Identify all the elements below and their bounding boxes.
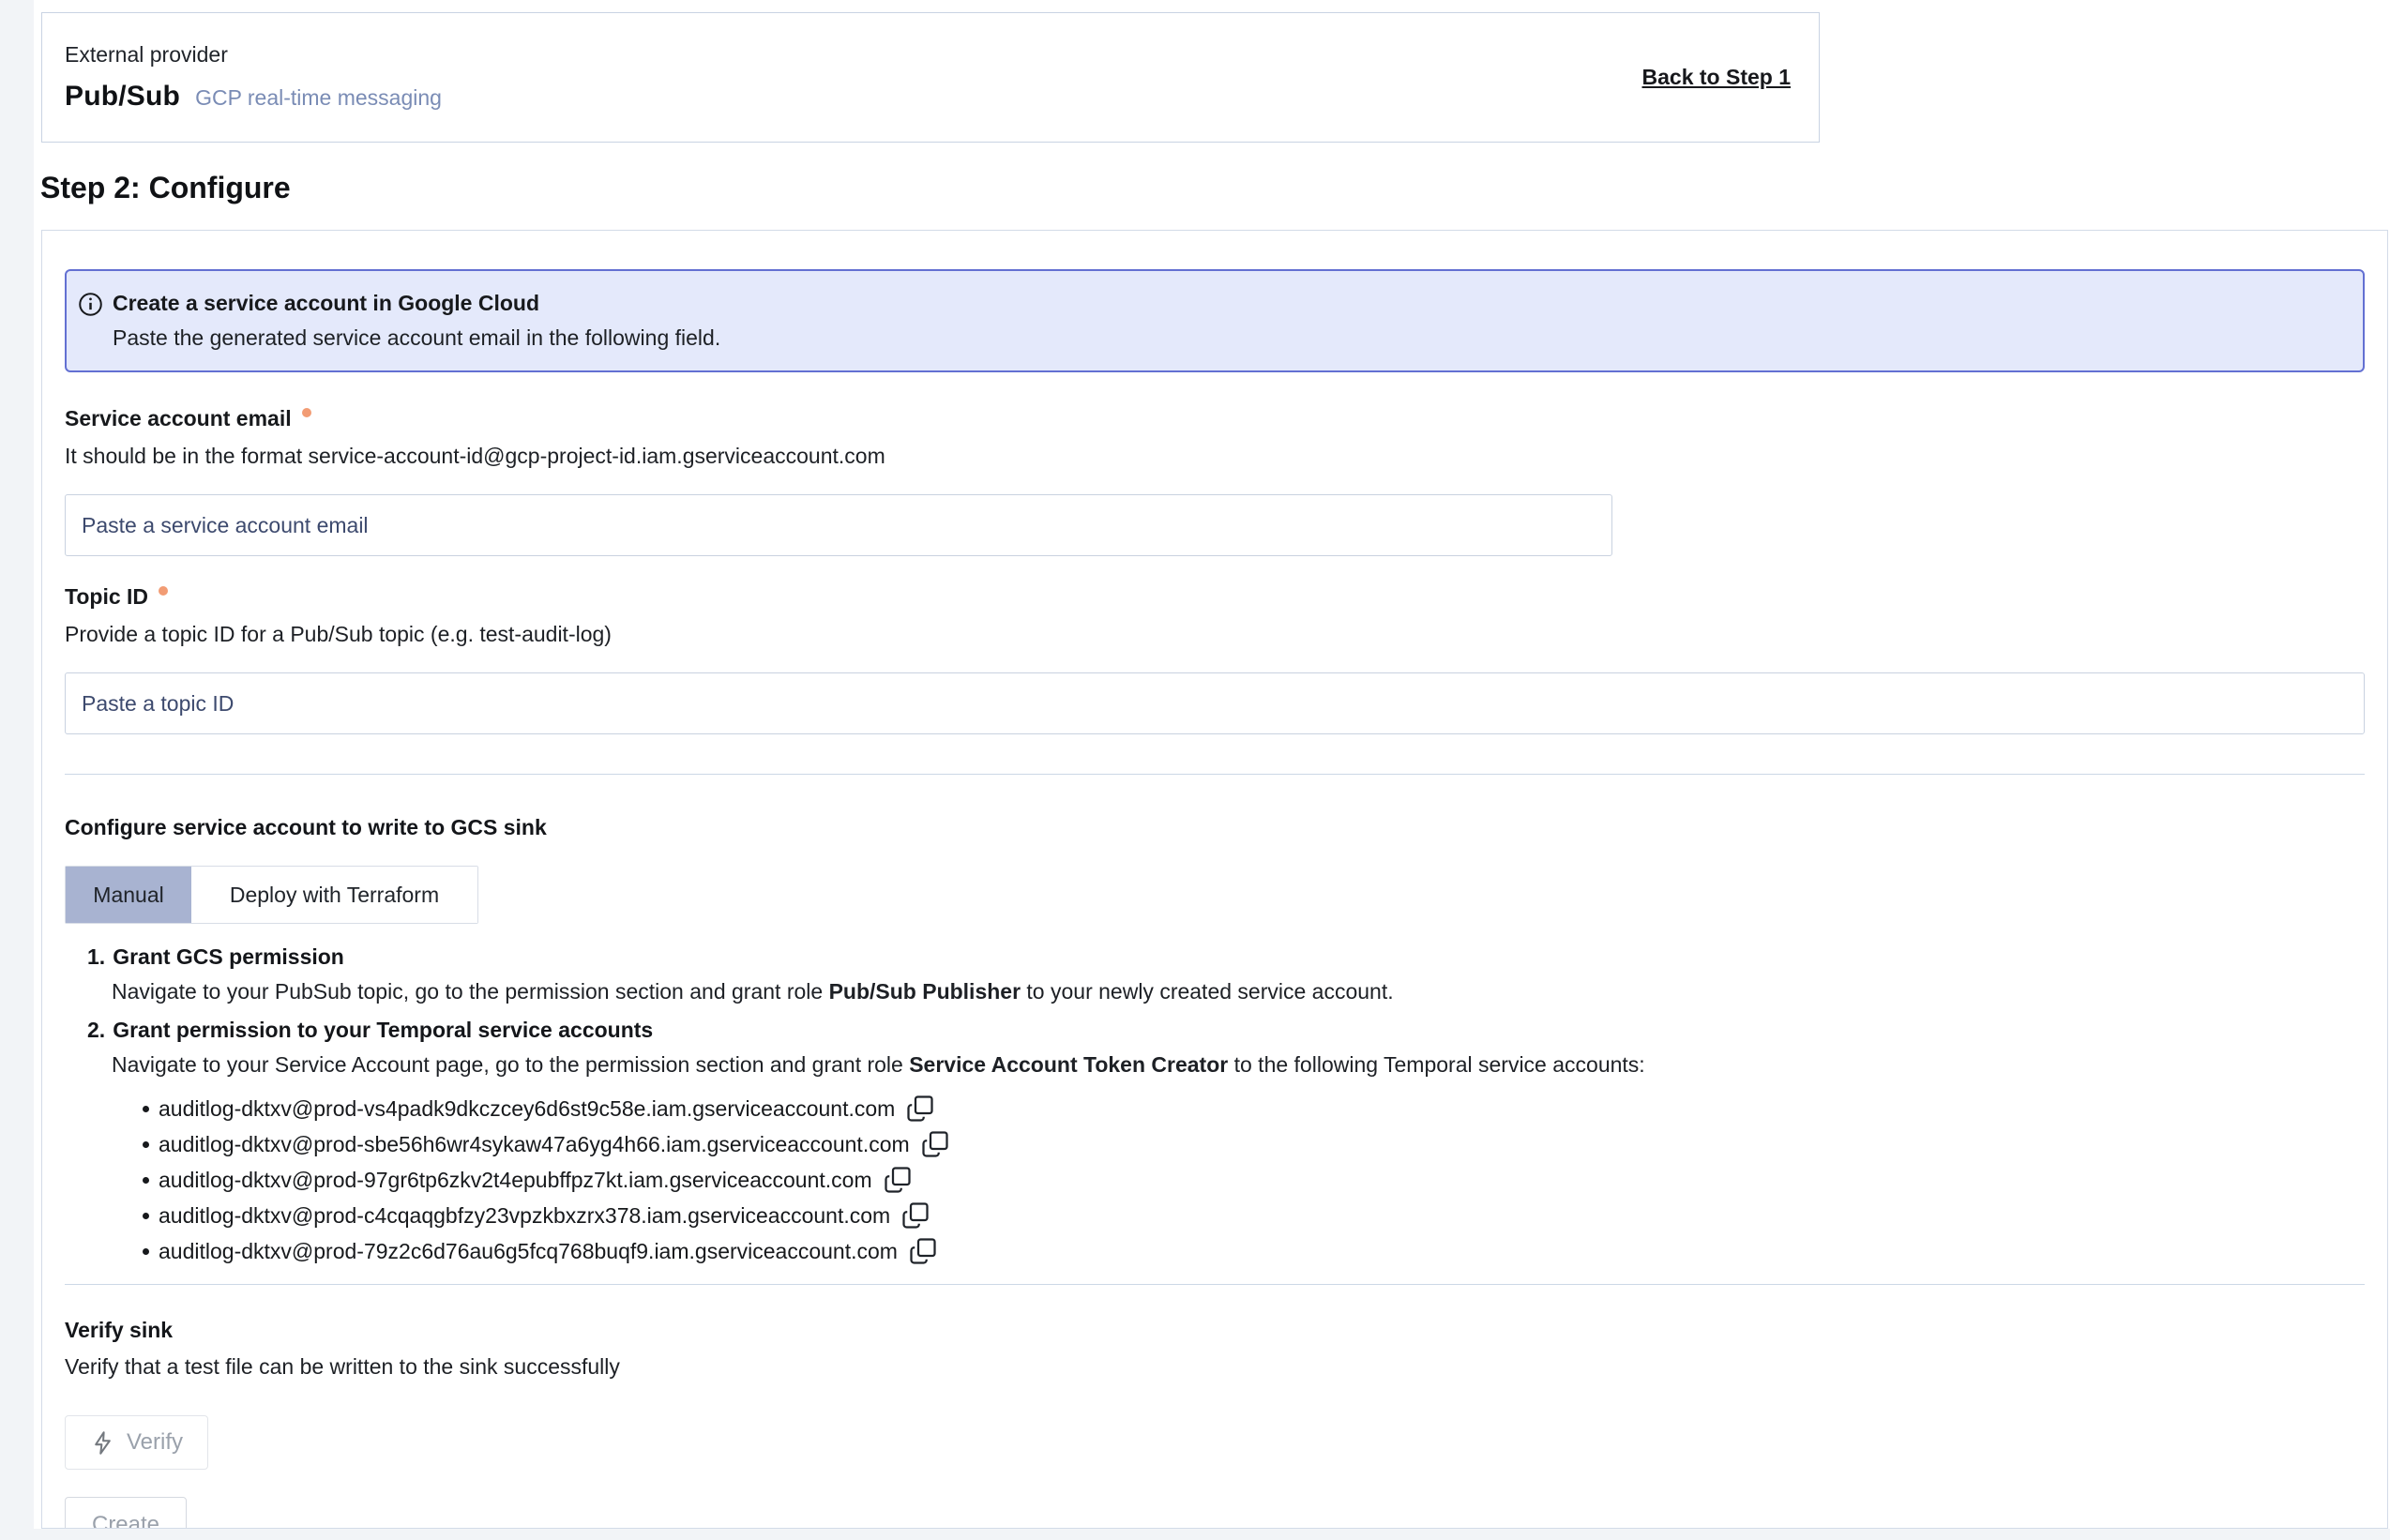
provider-description: GCP real-time messaging bbox=[195, 85, 442, 111]
step-1-role-name: Pub/Sub Publisher bbox=[829, 979, 1021, 1004]
section-divider bbox=[65, 774, 2365, 775]
info-banner-text: Create a service account in Google Cloud… bbox=[113, 291, 720, 351]
create-button-label: Create bbox=[92, 1512, 159, 1529]
service-account-email-helper: It should be in the format service-accou… bbox=[65, 444, 2365, 469]
step-1-body-suffix: to your newly created service account. bbox=[1021, 979, 1394, 1004]
service-account-item: auditlog-dktxv@prod-79z2c6d76au6g5fcq768… bbox=[159, 1233, 2365, 1269]
instruction-step-2: 2. Grant permission to your Temporal serv… bbox=[87, 1018, 2365, 1078]
service-account-email: auditlog-dktxv@prod-c4cqaqgbfzy23vpzkbxz… bbox=[159, 1198, 890, 1233]
service-account-email: auditlog-dktxv@prod-vs4padk9dkczcey6d6st… bbox=[159, 1091, 895, 1126]
step-1-body-prefix: Navigate to your PubSub topic, go to the… bbox=[112, 979, 829, 1004]
service-account-item: auditlog-dktxv@prod-c4cqaqgbfzy23vpzkbxz… bbox=[159, 1198, 2365, 1233]
step-2-body: Navigate to your Service Account page, g… bbox=[112, 1052, 2365, 1078]
verify-button[interactable]: Verify bbox=[65, 1415, 208, 1470]
provider-name: Pub/Sub bbox=[65, 81, 180, 113]
copy-icon[interactable] bbox=[906, 1095, 934, 1123]
bullet-icon bbox=[143, 1213, 149, 1219]
verify-sink-helper: Verify that a test file can be written t… bbox=[65, 1354, 2365, 1380]
tab-manual[interactable]: Manual bbox=[66, 867, 191, 923]
service-account-email: auditlog-dktxv@prod-97gr6tp6zkv2t4epubff… bbox=[159, 1162, 872, 1198]
service-account-list: auditlog-dktxv@prod-vs4padk9dkczcey6d6st… bbox=[65, 1091, 2365, 1269]
service-account-email: auditlog-dktxv@prod-sbe56h6wr4sykaw47a6y… bbox=[159, 1126, 910, 1162]
zap-icon bbox=[90, 1430, 115, 1456]
back-to-step1-link[interactable]: Back to Step 1 bbox=[1642, 65, 1792, 90]
bullet-icon bbox=[143, 1106, 149, 1112]
info-icon bbox=[78, 292, 103, 317]
copy-icon[interactable] bbox=[921, 1130, 949, 1158]
step-2-number: 2. bbox=[87, 1018, 105, 1042]
step-2-title-text: Grant permission to your Temporal servic… bbox=[113, 1018, 653, 1042]
info-banner-body: Paste the generated service account emai… bbox=[113, 325, 720, 351]
topic-id-helper: Provide a topic ID for a Pub/Sub topic (… bbox=[65, 622, 2365, 647]
service-account-email: auditlog-dktxv@prod-79z2c6d76au6g5fcq768… bbox=[159, 1233, 898, 1269]
bullet-icon bbox=[143, 1177, 149, 1184]
copy-icon[interactable] bbox=[909, 1237, 937, 1265]
topic-id-label-text: Topic ID bbox=[65, 584, 148, 610]
service-account-email-input[interactable] bbox=[65, 494, 1612, 556]
step-2-body-prefix: Navigate to your Service Account page, g… bbox=[112, 1052, 909, 1077]
bullet-icon bbox=[143, 1248, 149, 1255]
step-2-role-name: Service Account Token Creator bbox=[909, 1052, 1228, 1077]
step-1-body: Navigate to your PubSub topic, go to the… bbox=[112, 979, 2365, 1004]
instruction-steps: 1. Grant GCS permission Navigate to your … bbox=[65, 944, 2365, 1078]
provider-row: Pub/Sub GCP real-time messaging bbox=[65, 81, 442, 113]
topic-id-label: Topic ID bbox=[65, 584, 2365, 610]
info-banner-title: Create a service account in Google Cloud bbox=[113, 291, 720, 316]
step-1-title-text: Grant GCS permission bbox=[113, 944, 344, 969]
instruction-step-1: 1. Grant GCS permission Navigate to your … bbox=[87, 944, 2365, 1004]
tab-deploy-with-terraform[interactable]: Deploy with Terraform bbox=[191, 867, 477, 923]
info-banner: Create a service account in Google Cloud… bbox=[65, 269, 2365, 372]
verify-button-label: Verify bbox=[127, 1429, 183, 1456]
service-account-item: auditlog-dktxv@prod-97gr6tp6zkv2t4epubff… bbox=[159, 1162, 2365, 1198]
verify-sink-title: Verify sink bbox=[65, 1318, 2365, 1343]
service-account-email-label-text: Service account email bbox=[65, 406, 292, 431]
step-1-number: 1. bbox=[87, 944, 105, 969]
step-2-title: 2. Grant permission to your Temporal serv… bbox=[87, 1018, 2365, 1043]
configure-tabs: Manual Deploy with Terraform bbox=[65, 866, 478, 924]
provider-eyebrow: External provider bbox=[65, 42, 442, 68]
step-1-title: 1. Grant GCS permission bbox=[87, 944, 2365, 970]
service-account-item: auditlog-dktxv@prod-sbe56h6wr4sykaw47a6y… bbox=[159, 1126, 2365, 1162]
required-dot bbox=[159, 586, 168, 596]
copy-icon[interactable] bbox=[884, 1166, 912, 1194]
service-account-item: auditlog-dktxv@prod-vs4padk9dkczcey6d6st… bbox=[159, 1091, 2365, 1126]
required-dot bbox=[302, 408, 311, 417]
bullet-icon bbox=[143, 1141, 149, 1148]
configure-card: Create a service account in Google Cloud… bbox=[41, 230, 2388, 1529]
provider-card: External provider Pub/Sub GCP real-time … bbox=[41, 12, 1820, 143]
topic-id-input[interactable] bbox=[65, 672, 2365, 734]
step-2-body-suffix: to the following Temporal service accoun… bbox=[1228, 1052, 1644, 1077]
provider-info: External provider Pub/Sub GCP real-time … bbox=[65, 42, 442, 113]
copy-icon[interactable] bbox=[901, 1201, 930, 1230]
service-account-email-label: Service account email bbox=[65, 406, 2365, 431]
content-panel: External provider Pub/Sub GCP real-time … bbox=[34, 0, 2390, 1529]
section-divider bbox=[65, 1284, 2365, 1285]
page-title: Step 2: Configure bbox=[40, 171, 291, 205]
configure-section-title: Configure service account to write to GC… bbox=[65, 815, 2365, 840]
create-button[interactable]: Create bbox=[65, 1497, 187, 1529]
